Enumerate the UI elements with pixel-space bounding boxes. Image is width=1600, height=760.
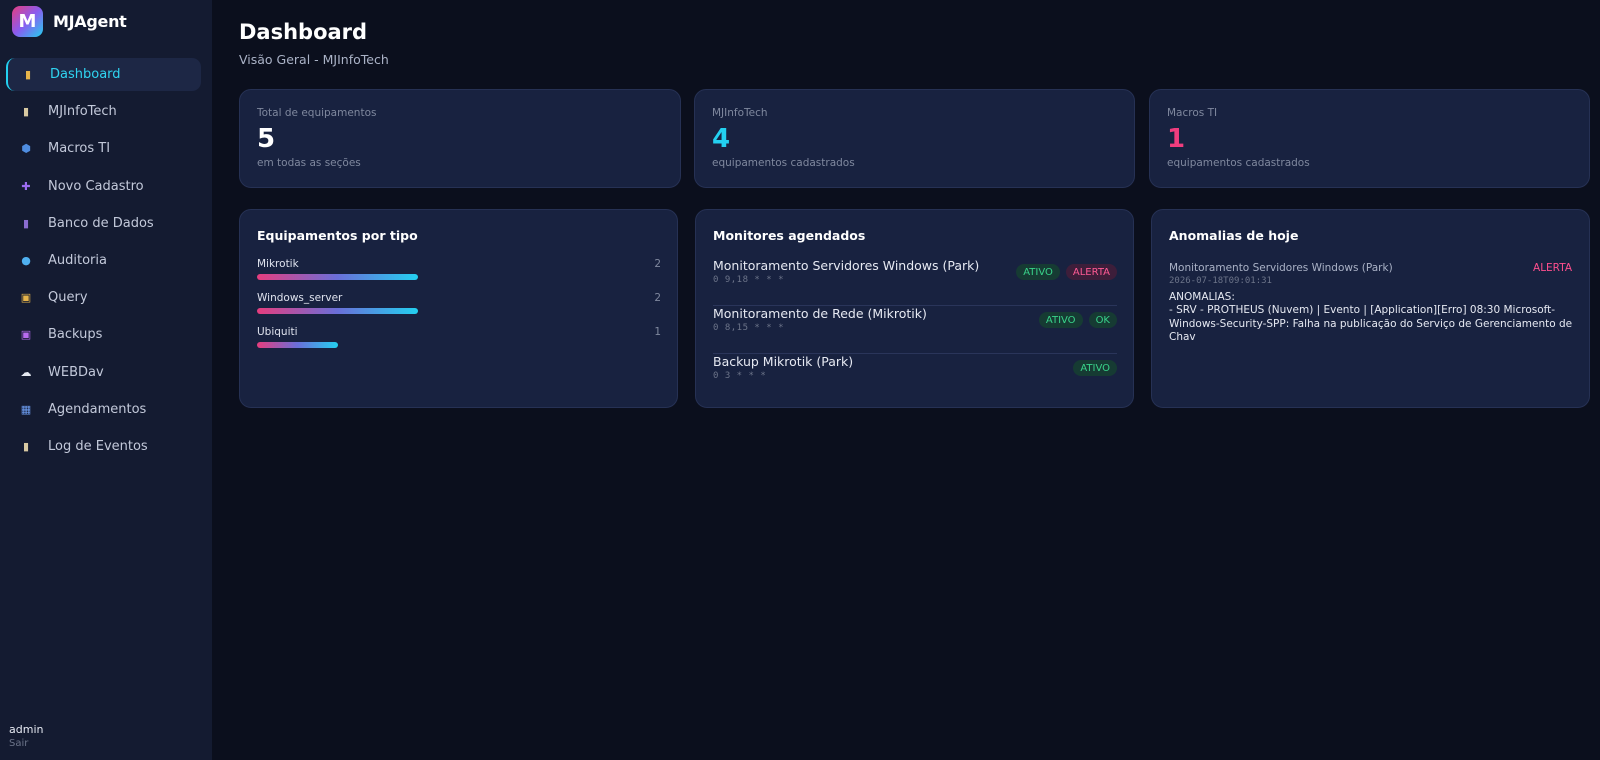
sidebar-item-dashboard[interactable]: ▮ Dashboard [6,58,201,91]
type-count: 2 [654,292,661,304]
monitor-badges: ATIVO OK [1038,312,1117,328]
stat-label: MJInfoTech [712,107,768,119]
magnifier-icon: ● [21,253,31,267]
type-bar [257,308,418,314]
query-icon: ▣ [20,291,32,305]
status-badge: ATIVO [1016,264,1060,280]
brand-logo: M [12,5,43,37]
monitor-name: Backup Mikrotik (Park) [713,354,854,369]
anomaly-heading: ANOMALIAS: [1169,291,1235,303]
type-row: Mikrotik 2 [257,258,661,280]
sidebar-item-banco-de-dados[interactable]: ▮ Banco de Dados [6,207,201,240]
sidebar-item-macros-ti[interactable]: ⬢ Macros TI [6,132,201,165]
monitor-cron: 0 8,15 * * * [713,323,785,333]
monitor-name: Monitoramento Servidores Windows (Park) [713,258,980,273]
sidebar-item-query[interactable]: ▣ Query [6,281,201,314]
brand[interactable]: M MJAgent [12,5,127,37]
sidebar-item-log-de-eventos[interactable]: ▮ Log de Eventos [6,430,201,463]
sidebar-item-backups[interactable]: ▣ Backups [6,318,201,351]
user-box: admin Sair [9,723,43,749]
page-title: Dashboard [239,20,368,44]
stat-label: Total de equipamentos [257,107,377,119]
sidebar-item-label: WEBDav [48,364,104,380]
stat-card-mjinfotech: MJInfoTech 4 equipamentos cadastrados [694,89,1135,188]
shield-icon: ⬢ [21,142,31,156]
sidebar-nav: ▮ Dashboard ▮ MJInfoTech ⬢ Macros TI ✚ Novo Cad… [6,58,201,467]
sidebar-item-webdav[interactable]: ☁ WEBDav [6,356,201,389]
anomaly-text: - SRV - PROTHEUS (Nuvem) | Evento | [App… [1169,304,1573,343]
monitor-badges: ATIVO ALERTA [1016,264,1117,280]
types-title: Equipamentos por tipo [257,228,418,243]
sidebar-item-label: Auditoria [48,252,107,268]
stat-card-macros: Macros TI 1 equipamentos cadastrados [1149,89,1590,188]
sidebar-item-label: Novo Cadastro [48,178,144,194]
sidebar-item-label: Log de Eventos [48,438,148,454]
type-count: 2 [654,258,661,270]
clipboard-icon: ▮ [22,105,30,119]
type-name: Mikrotik [257,258,299,270]
monitor-row[interactable]: Backup Mikrotik (Park) 0 3 * * * ATIVO [713,354,1117,402]
sidebar-item-label: Backups [48,327,103,343]
floppy-disk-icon: ▣ [20,328,32,342]
user-name: admin [9,723,44,736]
sidebar-item-auditoria[interactable]: ● Auditoria [6,244,201,277]
types-card: Equipamentos por tipo Mikrotik 2 Windows_s… [239,209,678,408]
anomaly-alert-badge: ALERTA [1533,262,1572,274]
status-badge: ALERTA [1065,264,1117,280]
monitors-title: Monitores agendados [713,228,866,243]
clipboard-log-icon: ▮ [22,439,30,453]
sidebar-item-label: Banco de Dados [48,215,154,231]
type-bar [257,274,418,280]
cloud-icon: ☁ [20,365,32,379]
page-subtitle: Visão Geral - MJInfoTech [239,52,389,67]
stat-note: equipamentos cadastrados [1167,157,1310,169]
brand-name: MJAgent [53,11,127,31]
anomalies-card: Anomalias de hoje Monitoramento Servidor… [1151,209,1590,408]
type-row: Ubiquiti 1 [257,326,661,348]
bar-chart-icon: ▮ [24,68,32,81]
monitors-card: Monitores agendados Monitoramento Servid… [695,209,1134,408]
stat-note: em todas as seções [257,157,361,169]
anomalies-title: Anomalias de hoje [1169,228,1299,243]
sidebar-item-label: Macros TI [48,141,111,157]
monitor-cron: 0 3 * * * [713,371,767,381]
monitor-row[interactable]: Monitoramento Servidores Windows (Park) 0… [713,258,1117,306]
status-badge: ATIVO [1073,360,1117,376]
stat-card-total: Total de equipamentos 5 em todas as seçõ… [239,89,681,188]
type-bar [257,342,338,348]
stat-value: 4 [712,124,731,154]
stat-note: equipamentos cadastrados [712,157,855,169]
status-badge: OK [1088,312,1117,328]
type-name: Ubiquiti [257,326,298,338]
anomaly-timestamp: 2026-07-18T09:01:31 [1169,276,1272,286]
plus-icon: ✚ [21,179,31,193]
monitor-cron: 0 9,18 * * * [713,275,785,285]
type-count: 1 [654,326,661,338]
monitor-name: Monitoramento de Rede (Mikrotik) [713,306,927,321]
stat-value: 5 [257,124,276,154]
calendar-icon: ▦ [20,402,32,416]
sidebar-item-label: Agendamentos [48,401,147,417]
logout-link[interactable]: Sair [9,738,43,749]
stat-value: 1 [1167,124,1186,154]
type-row: Windows_server 2 [257,292,661,314]
anomaly-monitor-name: Monitoramento Servidores Windows (Park) [1169,262,1393,274]
sidebar-item-agendamentos[interactable]: ▦ Agendamentos [6,393,201,426]
sidebar-item-label: MJInfoTech [48,104,117,120]
sidebar-item-label: Query [48,290,88,306]
sidebar-item-label: Dashboard [50,67,121,82]
sidebar-item-novo-cadastro[interactable]: ✚ Novo Cadastro [6,170,201,203]
monitor-row[interactable]: Monitoramento de Rede (Mikrotik) 0 8,15 *… [713,306,1117,354]
type-name: Windows_server [257,292,343,304]
status-badge: ATIVO [1038,312,1083,328]
monitor-badges: ATIVO [1073,360,1117,376]
database-icon: ▮ [22,216,30,230]
sidebar-item-mjinfotech[interactable]: ▮ MJInfoTech [6,95,201,128]
stat-label: Macros TI [1167,107,1218,119]
sidebar: M MJAgent ▮ Dashboard ▮ MJInfoTech ⬢ Macros T… [0,0,212,760]
